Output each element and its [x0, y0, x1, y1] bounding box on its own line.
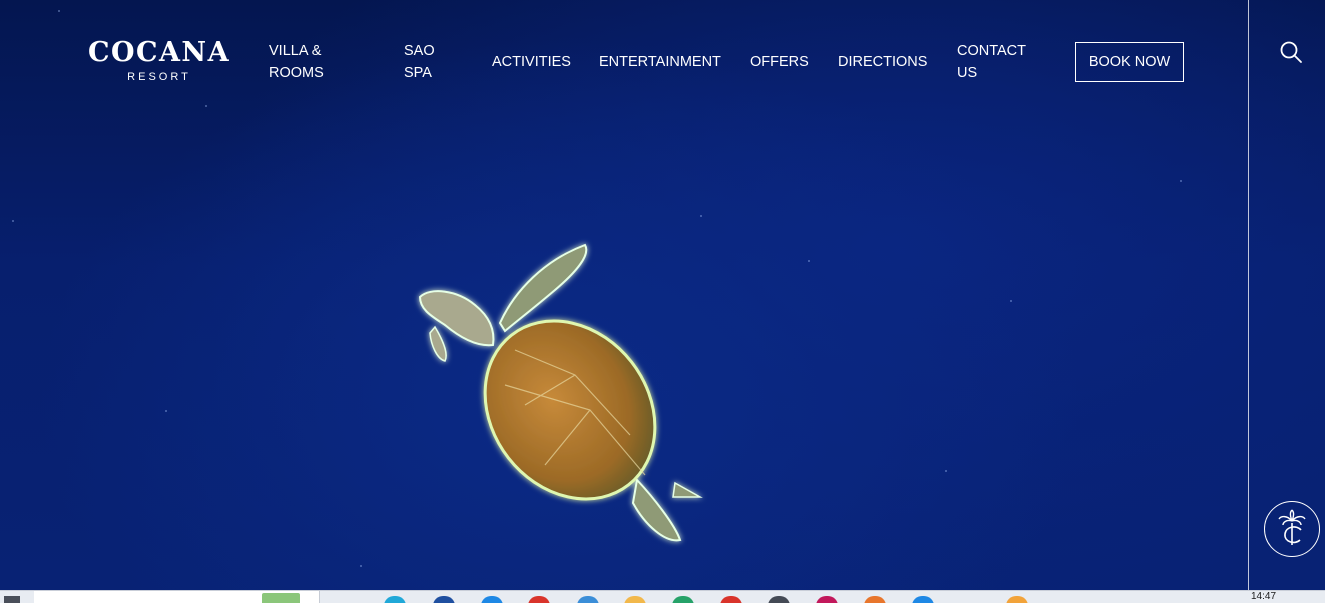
nav-activities[interactable]: ACTIVITIES — [492, 51, 571, 73]
brand-subtitle: RESORT — [127, 71, 191, 83]
taskbar-app-icon[interactable] — [528, 596, 550, 603]
taskbar-app-icon[interactable] — [481, 596, 503, 603]
taskbar-app-icon[interactable] — [816, 596, 838, 603]
taskbar-app-icon[interactable] — [1006, 596, 1028, 603]
nav-sao-spa-line1: SAO — [404, 43, 435, 59]
nav-contact-us[interactable]: CONTACT US — [957, 40, 1037, 84]
taskbar-app-icon[interactable] — [577, 596, 599, 603]
book-now-button[interactable]: BOOK NOW — [1075, 42, 1184, 82]
taskbar-app-icon[interactable] — [672, 596, 694, 603]
nav-contact-us-line2: US — [957, 65, 978, 81]
nav-directions[interactable]: DIRECTIONS — [838, 51, 927, 73]
taskbar-app-icon[interactable] — [864, 596, 886, 603]
taskbar-app-icon[interactable] — [384, 596, 406, 603]
search-icon[interactable] — [1279, 40, 1303, 64]
palm-emblem-icon — [1278, 509, 1306, 545]
nav-villa-rooms[interactable]: VILLA & ROOMS — [269, 40, 331, 84]
taskbar-app-icon[interactable] — [433, 596, 455, 603]
hero-video — [0, 0, 1325, 590]
nav-villa-rooms-line2: ROOMS — [269, 65, 324, 81]
taskbar-app-icon[interactable] — [768, 596, 790, 603]
nav-offers[interactable]: OFFERS — [750, 51, 809, 73]
sea-turtle-image — [418, 243, 703, 542]
taskbar-app-icon[interactable] — [624, 596, 646, 603]
nav-villa-rooms-line1: VILLA & — [269, 43, 322, 59]
sidebar-divider — [1248, 0, 1249, 590]
brand-name: COCANA — [87, 37, 231, 68]
taskbar-app-icon[interactable] — [720, 596, 742, 603]
search-highlight-image — [262, 593, 300, 603]
resort-emblem-button[interactable] — [1264, 501, 1320, 557]
taskbar-app-icon[interactable] — [912, 596, 934, 603]
os-taskbar — [0, 590, 1325, 603]
taskbar-clock: 14:47 — [1251, 591, 1277, 602]
nav-sao-spa[interactable]: SAO SPA — [404, 40, 466, 84]
nav-sao-spa-line2: SPA — [404, 65, 432, 81]
windows-start-icon[interactable] — [4, 596, 20, 603]
brand-logo[interactable]: COCANA RESORT — [64, 37, 254, 84]
nav-contact-us-line1: CONTACT — [957, 43, 1027, 59]
nav-entertainment[interactable]: ENTERTAINMENT — [599, 51, 721, 73]
